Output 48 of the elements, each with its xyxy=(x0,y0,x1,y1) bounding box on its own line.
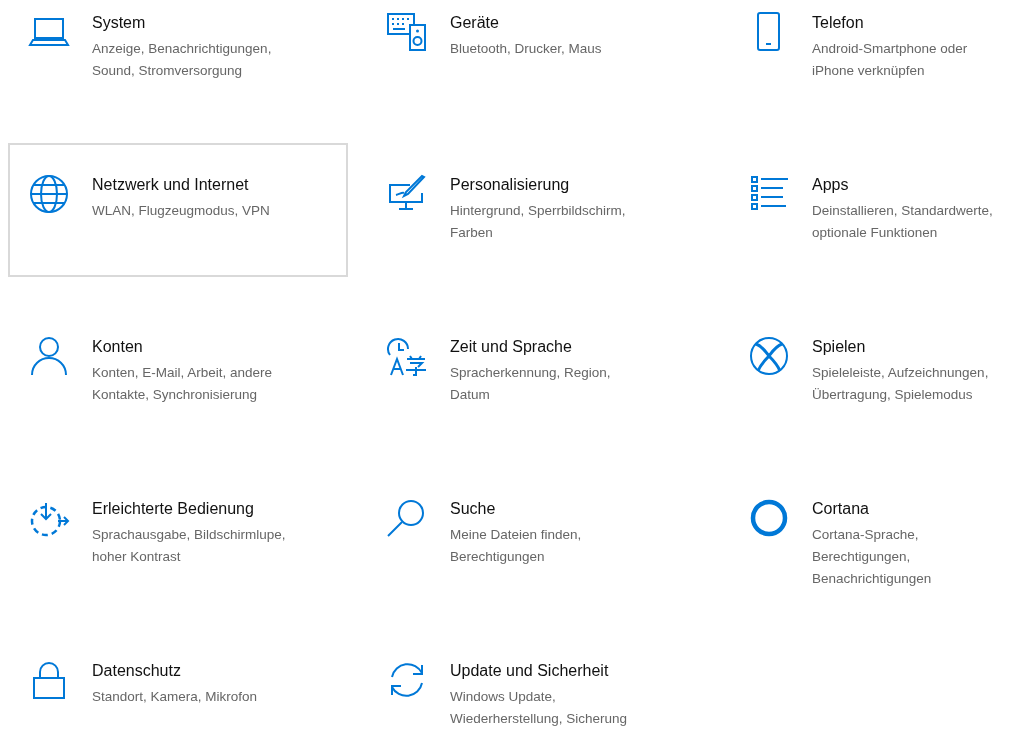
category-title: Personalisierung xyxy=(450,175,571,195)
category-tile[interactable]: Geräte Bluetooth, Drucker, Maus xyxy=(366,0,710,115)
category-tile[interactable]: Konten Konten, E-Mail, Arbeit, andere Kontakte, Synchronisierung xyxy=(8,305,348,439)
category-description: WLAN, Flugzeugmodus, VPN xyxy=(92,202,271,220)
category-description: Deinstallieren, Standardwerte, optionale Funktionen xyxy=(812,202,994,242)
xbox-logo-icon xyxy=(748,335,790,377)
category-description: Meine Dateien finden, Berechtigungen xyxy=(450,526,583,566)
category-tile[interactable]: Zeit und Sprache Spracherkennung, Region, Datum xyxy=(366,305,710,439)
category-title: Erleichterte Bedienung xyxy=(92,499,255,519)
category-title: Telefon xyxy=(812,13,865,33)
category-title: Datenschutz xyxy=(92,661,182,681)
category-description: Bluetooth, Drucker, Maus xyxy=(450,40,603,58)
category-tile[interactable]: Update und Sicherheit Windows Update, Wiederherstellung, Sicherung xyxy=(366,629,710,731)
category-tile[interactable]: Personalisierung Hintergrund, Sperrbildschirm, Farben xyxy=(366,143,710,277)
clock-letters-icon xyxy=(386,335,428,377)
category-tile[interactable]: Datenschutz Standort, Kamera, Mikrofon xyxy=(8,629,348,731)
category-title: Cortana xyxy=(812,499,870,519)
category-description: Android-Smartphone oder iPhone verknüpfen xyxy=(812,40,969,80)
category-description: Spieleleiste, Aufzeichnungen, Übertragung, Spielemodus xyxy=(812,364,990,404)
globe-icon xyxy=(28,173,70,215)
category-tile[interactable]: System Anzeige, Benachrichtigungen, Sound, Stromversorgung xyxy=(8,0,348,115)
category-tile[interactable]: Netzwerk und Internet WLAN, Flugzeugmodus, VPN xyxy=(8,143,348,277)
category-description: Anzeige, Benachrichtigungen, Sound, Stromversorgung xyxy=(92,40,273,80)
category-tile[interactable]: Spielen Spieleleiste, Aufzeichnungen, Übertragung, Spielemodus xyxy=(728,305,1031,439)
category-title: Zeit und Sprache xyxy=(450,337,573,357)
category-title: Netzwerk und Internet xyxy=(92,175,250,195)
category-description: Sprachausgabe, Bildschirmlupe, hoher Kontrast xyxy=(92,526,287,566)
category-title: Konten xyxy=(92,337,144,357)
category-title: Apps xyxy=(812,175,850,195)
category-title: Geräte xyxy=(450,13,500,33)
category-title: System xyxy=(92,13,147,33)
ring-icon xyxy=(748,497,790,539)
category-description: Spracherkennung, Region, Datum xyxy=(450,364,612,404)
category-description: Konten, E-Mail, Arbeit, andere Kontakte, Synchronisierung xyxy=(92,364,274,404)
category-description: Cortana-Sprache, Berechtigungen, Benachrichtigungen xyxy=(812,526,933,588)
person-icon xyxy=(28,335,70,377)
category-description: Windows Update, Wiederherstellung, Sicherung xyxy=(450,688,629,728)
category-tile[interactable]: Cortana Cortana-Sprache, Berechtigungen, Benachrichtigungen xyxy=(728,467,1031,601)
category-description: Hintergrund, Sperrbildschirm, Farben xyxy=(450,202,627,242)
category-description: Standort, Kamera, Mikrofon xyxy=(92,688,259,706)
category-title: Spielen xyxy=(812,337,867,357)
keyboard-speaker-icon xyxy=(386,11,428,53)
category-tile[interactable]: Apps Deinstallieren, Standardwerte, optionale Funktionen xyxy=(728,143,1031,277)
category-title: Suche xyxy=(450,499,497,519)
category-title: Update und Sicherheit xyxy=(450,661,610,681)
category-tile[interactable]: Erleichterte Bedienung Sprachausgabe, Bildschirmlupe, hoher Kontrast xyxy=(8,467,348,601)
category-tile[interactable]: Suche Meine Dateien finden, Berechtigungen xyxy=(366,467,710,601)
category-tile[interactable]: Telefon Android-Smartphone oder iPhone verknüpfen xyxy=(728,0,1031,115)
